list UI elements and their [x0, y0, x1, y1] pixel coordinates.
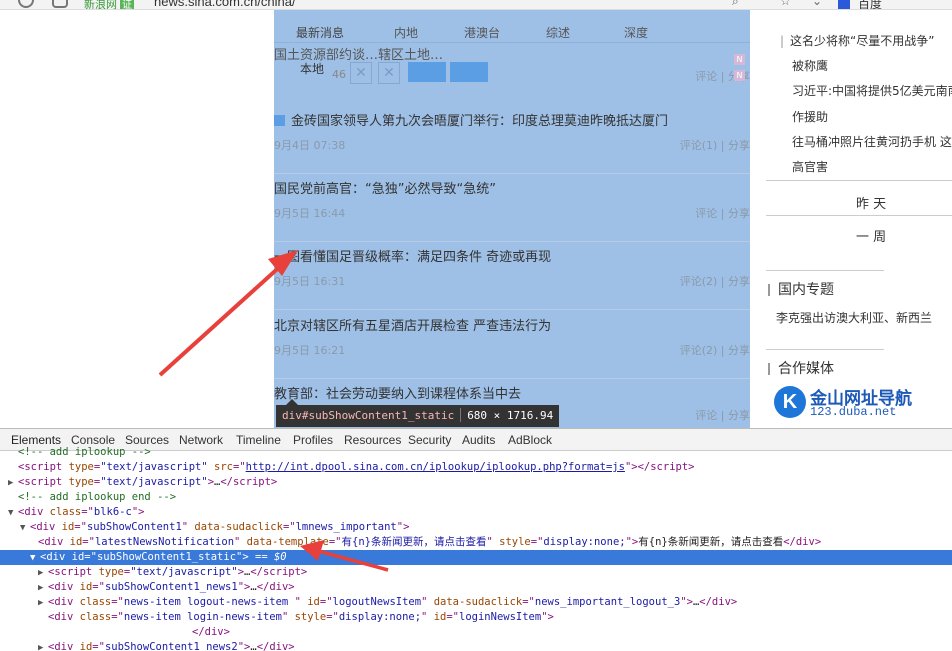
- news-time: 9月5日 16:44: [274, 207, 346, 220]
- star-icon[interactable]: ☆: [780, 0, 791, 8]
- refresh-icon[interactable]: [18, 0, 34, 8]
- dom-node[interactable]: ▶ <div id="subShowContent1_news1">…</div>: [0, 580, 952, 595]
- inspected-element-highlight: 最新消息 内地 港澳台 综述 深度 国土资源部约谈…辖区土地… 本地 46 ✕ …: [274, 10, 750, 428]
- divider: [766, 270, 884, 271]
- divider: [274, 378, 750, 379]
- divider: [274, 241, 750, 242]
- tag-icon: N: [734, 70, 745, 81]
- dom-node[interactable]: ▶ <script type="text/javascript">…</scrip…: [0, 565, 952, 580]
- tooltip-size: 680 × 1716.94: [467, 409, 554, 422]
- local-label: 本地: [300, 62, 325, 76]
- divider: [766, 180, 952, 181]
- sidebar-news-link[interactable]: 习近平:中国将提供5亿美元南南: [792, 82, 952, 99]
- news-item: 国民党前高官：“急独”必然导致“急统” 9月5日 16:44 评论 | 分享: [274, 178, 750, 246]
- tab-week[interactable]: 一 周: [856, 226, 886, 245]
- dom-node[interactable]: <!-- add iplookup -->: [0, 445, 952, 460]
- close-icon[interactable]: ✕: [378, 62, 400, 84]
- dom-node[interactable]: ▼ <div id="subShowContent1" data-sudaclic…: [0, 520, 952, 535]
- dom-node[interactable]: <div class="news-item login-news-item" s…: [0, 610, 952, 625]
- divider: [274, 173, 750, 174]
- dom-node[interactable]: <!-- add iplookup end -->: [0, 490, 952, 505]
- dom-node[interactable]: <div id="latestNewsNotification" data-te…: [0, 535, 952, 550]
- news-title[interactable]: 北京对辖区所有五星酒店开展检查 严查违法行为: [274, 315, 551, 334]
- tab-yesterday[interactable]: 昨 天: [856, 193, 886, 212]
- news-title[interactable]: 国民党前高官：“急独”必然导致“急统”: [274, 178, 496, 197]
- sidebar-news-link[interactable]: 往马桶冲照片往黄河扔手机 这: [792, 133, 952, 150]
- back-icon[interactable]: [52, 0, 68, 8]
- sidebar-news-link[interactable]: | 这名少将称“尽量不用战争”: [780, 32, 934, 49]
- tab-mainland[interactable]: 内地: [394, 24, 418, 41]
- baidu-paw-icon: [838, 0, 850, 9]
- news-item: 北京对辖区所有五星酒店开展检查 严查违法行为 9月5日 16:21 评论(2) …: [274, 315, 750, 383]
- tab-latest[interactable]: 最新消息: [296, 24, 344, 41]
- dom-node[interactable]: ▶ <div id="subShowContent1_news2">…</div>: [0, 640, 952, 651]
- dom-node[interactable]: <script type="text/javascript" src="http…: [0, 460, 952, 475]
- screenshot-root: 新浪网证 news.sina.com.cn/china/ ⌕ ☆ ⌄ 百度 最新…: [0, 0, 952, 651]
- duba-url: 123.duba.net: [810, 405, 897, 419]
- local-count: 46: [332, 68, 346, 81]
- domestic-topic-link[interactable]: 李克强出访澳大利亚、新西兰: [776, 309, 932, 326]
- sidebar-news-link[interactable]: 被称鹰: [792, 57, 828, 74]
- cert-icon: 证: [120, 0, 134, 9]
- tab-overview[interactable]: 综述: [546, 24, 570, 41]
- tab-in-depth[interactable]: 深度: [624, 24, 648, 41]
- search-engine-selector[interactable]: 百度: [838, 0, 882, 9]
- chevron-down-icon[interactable]: ⌄: [812, 0, 822, 8]
- divider: [766, 215, 952, 216]
- dom-tree: <!-- add iplookup --> <script type="text…: [0, 446, 952, 651]
- web-page: 最新消息 内地 港澳台 综述 深度 国土资源部约谈…辖区土地… 本地 46 ✕ …: [0, 10, 952, 428]
- section-marker: [768, 284, 770, 296]
- comment-share-links[interactable]: 评论(1) | 分享: [680, 137, 750, 153]
- news-item: 金砖国家领导人第九次会晤厦门举行：印度总理莫迪昨晚抵达厦门 9月4日 07:38…: [274, 110, 750, 178]
- comment-share-links[interactable]: 评论 | 分享: [695, 205, 750, 221]
- comment-share-links[interactable]: 评论 | 分享: [695, 407, 750, 423]
- site-badge: 新浪网证: [84, 0, 134, 9]
- tag-icon: N: [734, 54, 745, 65]
- comment-share-links[interactable]: 评论(2) | 分享: [680, 342, 750, 358]
- search-icon[interactable]: ⌕: [732, 0, 739, 9]
- close-icon[interactable]: ✕: [350, 62, 372, 84]
- devtools-panel: Elements Console Sources Network Timelin…: [0, 428, 952, 651]
- address-bar[interactable]: news.sina.com.cn/china/: [154, 0, 296, 9]
- dom-node[interactable]: ▶ <div class="news-item logout-news-item …: [0, 595, 952, 610]
- inspect-tooltip: div#subShowContent1_static 680 × 1716.94: [276, 405, 560, 427]
- news-list-header: 国土资源部约谈…辖区土地… 本地 46 ✕ ✕ 评论 | 分享: [274, 48, 750, 94]
- dom-node[interactable]: ▶ <script type="text/javascript">…</scrip…: [0, 475, 952, 490]
- divider: [766, 349, 884, 350]
- tab-hk-macau-taiwan[interactable]: 港澳台: [464, 24, 500, 41]
- news-time: 9月4日 07:38: [274, 139, 346, 152]
- right-sidebar: | 这名少将称“尽量不用战争” 被称鹰 习近平:中国将提供5亿美元南南 作援助 往…: [766, 10, 952, 428]
- sidebar-news-link[interactable]: 作援助: [792, 108, 828, 125]
- sidebar-news-link[interactable]: 高官害: [792, 158, 828, 175]
- news-title[interactable]: 金砖国家领导人第九次会晤厦门举行：印度总理莫迪昨晚抵达厦门: [274, 110, 668, 129]
- duba-k-icon: K: [774, 386, 806, 418]
- section-title-domestic: 国内专题: [778, 282, 834, 298]
- tab-divider: [274, 42, 750, 43]
- divider: [274, 309, 750, 310]
- news-title[interactable]: 教育部：社会劳动要纳入到课程体系当中去: [274, 383, 521, 402]
- duba-logo[interactable]: K 金山网址导航 123.duba.net: [774, 386, 914, 422]
- news-item: 一图看懂国足晋级概率：满足四条件 奇迹或再现 9月5日 16:31 评论(2) …: [274, 246, 750, 314]
- placeholder-button[interactable]: [408, 62, 446, 82]
- news-time: 9月5日 16:21: [274, 344, 346, 357]
- document-icon: [274, 115, 285, 126]
- news-time: 9月5日 16:31: [274, 275, 346, 288]
- dom-node[interactable]: </div>: [0, 625, 952, 640]
- dom-node-selected[interactable]: ▼ <div id="subShowContent1_static"> == $0: [0, 550, 952, 565]
- section-marker: [768, 363, 770, 375]
- browser-toolbar: 新浪网证 news.sina.com.cn/china/ ⌕ ☆ ⌄ 百度: [0, 0, 952, 10]
- section-title-media: 合作媒体: [778, 361, 834, 377]
- comment-share-links[interactable]: 评论(2) | 分享: [680, 273, 750, 289]
- placeholder-button[interactable]: [450, 62, 488, 82]
- dom-node[interactable]: ▼ <div class="blk6-c">: [0, 505, 952, 520]
- news-title[interactable]: 一图看懂国足晋级概率：满足四条件 奇迹或再现: [274, 246, 551, 265]
- tooltip-selector: div#subShowContent1_static: [282, 409, 455, 422]
